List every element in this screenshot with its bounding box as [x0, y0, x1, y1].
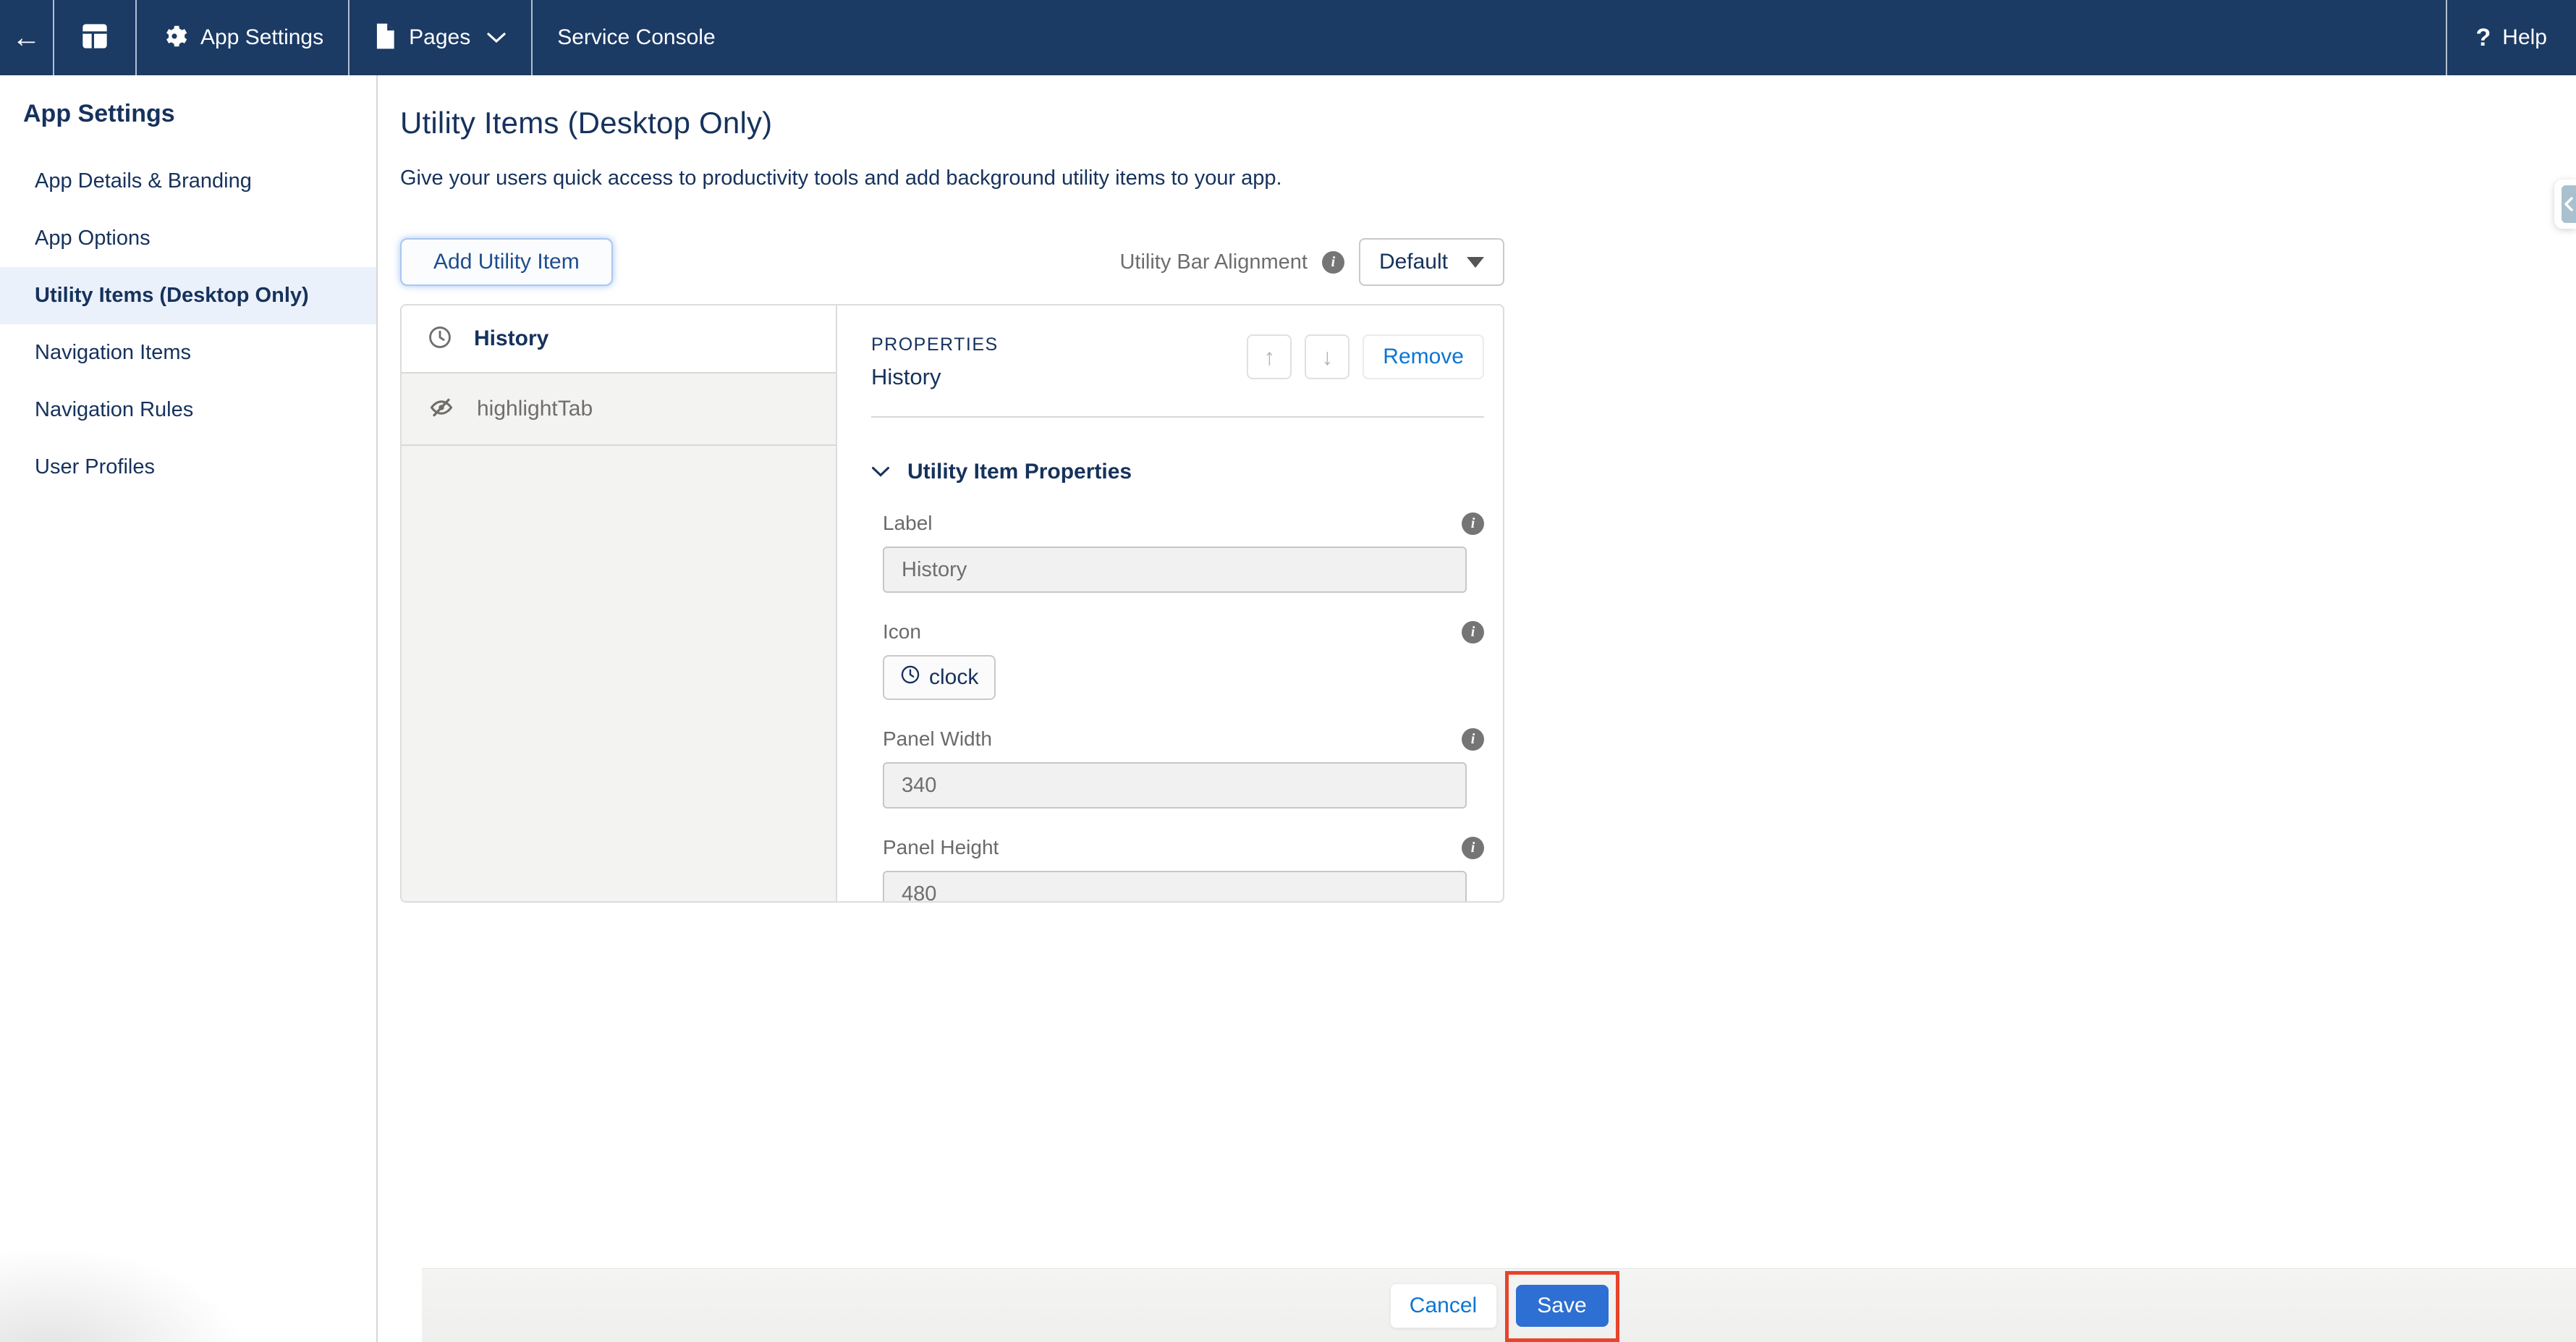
panel-width-field: Panel Width i: [871, 727, 1484, 809]
page-title: Utility Items (Desktop Only): [400, 106, 2576, 140]
side-panel-toggle[interactable]: [2554, 180, 2576, 229]
save-button-wrap: Save: [1516, 1285, 1609, 1327]
nav-spacer: [716, 0, 2446, 75]
footer-bar: Cancel Save: [422, 1268, 2576, 1342]
move-down-button[interactable]: ↓: [1305, 334, 1350, 379]
properties-panel: PROPERTIES History ↑ ↓ Remove: [837, 305, 1503, 901]
properties-item-name: History: [871, 364, 999, 390]
panel-width-input[interactable]: [883, 762, 1467, 809]
utility-items-panel: History highlightTab PROPERTIES: [400, 304, 1504, 903]
chevron-down-icon: [1467, 257, 1484, 268]
chevron-down-icon: [871, 466, 890, 478]
clock-icon: [900, 664, 920, 691]
label-field-label: Label: [883, 512, 933, 535]
tab-app-settings[interactable]: App Settings: [137, 0, 348, 75]
sidebar-item-app-options[interactable]: App Options: [0, 210, 376, 267]
sidebar-item-navigation-rules[interactable]: Navigation Rules: [0, 381, 376, 439]
back-button[interactable]: ←: [0, 0, 53, 75]
properties-actions: ↑ ↓ Remove: [1247, 334, 1484, 379]
back-arrow-icon: ←: [12, 22, 41, 54]
utility-item-label: History: [474, 326, 548, 351]
label-input[interactable]: [883, 546, 1467, 593]
icon-field-label: Icon: [883, 620, 921, 643]
pages-tab-label: Pages: [409, 25, 470, 50]
info-icon[interactable]: i: [1322, 251, 1344, 274]
utility-item-highlighttab[interactable]: highlightTab: [402, 374, 836, 446]
item-list-filler: [402, 446, 836, 901]
icon-picker-value: clock: [929, 665, 978, 690]
utility-toolbar: Add Utility Item Utility Bar Alignment i…: [400, 238, 1504, 286]
cancel-button[interactable]: Cancel: [1390, 1283, 1497, 1328]
remove-button[interactable]: Remove: [1363, 334, 1484, 379]
properties-divider: [871, 416, 1484, 418]
down-arrow-icon: ↓: [1321, 344, 1333, 371]
up-arrow-icon: ↑: [1263, 344, 1275, 371]
utility-item-list: History highlightTab: [402, 305, 837, 901]
sidebar-nav: App Details & Branding App Options Utili…: [0, 153, 376, 496]
sidebar-item-navigation-items[interactable]: Navigation Items: [0, 324, 376, 381]
top-navbar: ← App Settings Pages Service Console: [0, 0, 2576, 75]
label-field: Label i: [871, 512, 1484, 593]
properties-eyebrow: PROPERTIES: [871, 334, 999, 355]
alignment-selected-value: Default: [1379, 250, 1448, 274]
help-label: Help: [2502, 25, 2547, 50]
add-utility-item-button[interactable]: Add Utility Item: [400, 238, 613, 286]
panel-height-field: Panel Height i: [871, 836, 1484, 903]
eye-off-icon: [428, 395, 455, 423]
panel-width-label: Panel Width: [883, 727, 992, 751]
question-mark-icon: ?: [2476, 24, 2491, 52]
icon-field: Icon i clock: [871, 620, 1484, 700]
move-up-button[interactable]: ↑: [1247, 334, 1292, 379]
info-icon[interactable]: i: [1462, 621, 1484, 643]
alignment-control: Utility Bar Alignment i Default: [1119, 238, 1504, 286]
page-icon: [374, 22, 396, 54]
info-icon[interactable]: i: [1462, 728, 1484, 751]
info-icon[interactable]: i: [1462, 512, 1484, 535]
app-manager-screen: ← App Settings Pages Service Console: [0, 0, 2576, 1342]
chevron-down-icon: [486, 31, 507, 44]
sidebar-item-app-details-branding[interactable]: App Details & Branding: [0, 153, 376, 210]
save-button[interactable]: Save: [1516, 1285, 1609, 1327]
tab-pages[interactable]: Pages: [349, 0, 531, 75]
panel-height-label: Panel Height: [883, 836, 999, 859]
page-subtitle: Give your users quick access to producti…: [400, 166, 2576, 190]
utility-item-label: highlightTab: [477, 397, 593, 421]
utility-item-history[interactable]: History: [402, 305, 836, 374]
help-button[interactable]: ? Help: [2447, 0, 2576, 75]
alignment-select[interactable]: Default: [1359, 238, 1504, 286]
properties-header: PROPERTIES History ↑ ↓ Remove: [871, 334, 1484, 390]
utility-item-properties-section-toggle[interactable]: Utility Item Properties: [871, 460, 1484, 484]
sidebar-item-user-profiles[interactable]: User Profiles: [0, 439, 376, 496]
app-settings-tab-label: App Settings: [200, 25, 323, 50]
properties-titles: PROPERTIES History: [871, 334, 999, 390]
panel-height-input[interactable]: [883, 871, 1467, 903]
main-content: Utility Items (Desktop Only) Give your u…: [378, 75, 2576, 1342]
gear-icon: [161, 23, 187, 53]
app-name: Service Console: [533, 0, 715, 75]
chevron-left-icon: [2562, 185, 2576, 223]
sidebar-heading: App Settings: [0, 100, 376, 128]
info-icon[interactable]: i: [1462, 837, 1484, 859]
utility-bar-alignment-label: Utility Bar Alignment: [1119, 250, 1308, 274]
app-builder-icon: [80, 22, 109, 54]
app-body: App Settings App Details & Branding App …: [0, 75, 2576, 1342]
app-builder-home-button[interactable]: [54, 0, 135, 75]
settings-sidebar: App Settings App Details & Branding App …: [0, 75, 378, 1342]
clock-icon: [428, 325, 452, 353]
icon-picker-button[interactable]: clock: [883, 655, 996, 700]
section-title: Utility Item Properties: [907, 460, 1132, 484]
sidebar-item-utility-items[interactable]: Utility Items (Desktop Only): [0, 267, 376, 324]
